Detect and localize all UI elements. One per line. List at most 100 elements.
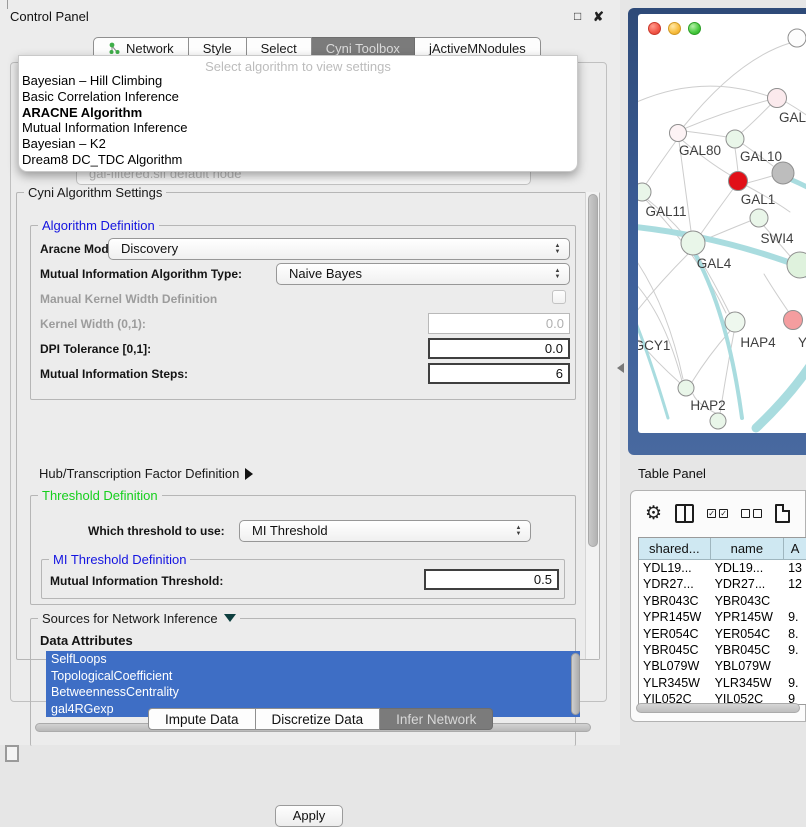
node-gal80[interactable] — [670, 125, 687, 142]
node-label: HAP2 — [690, 398, 725, 413]
table-cell: YPR145W — [711, 609, 785, 625]
node-label: GAL1 — [741, 192, 776, 207]
node-label: SWI4 — [760, 231, 793, 246]
mi-steps-label: Mutual Information Steps: — [40, 367, 188, 381]
column-header[interactable]: shared... — [639, 538, 711, 559]
algorithm-option[interactable]: ARACNE Algorithm — [19, 105, 577, 121]
table-row[interactable]: YDR27...YDR27...12 — [639, 576, 806, 592]
network-graph: GALGAL80GAL10GAL1GAL11SWI4GAL4GCY1HAP4YH… — [638, 14, 806, 433]
zoom-window-icon[interactable] — [688, 22, 701, 35]
table-cell: 9. — [784, 642, 806, 658]
select-all-icon[interactable]: ✓✓ — [707, 509, 728, 518]
algorithm-option[interactable]: Mutual Information Inference — [19, 120, 577, 136]
gray-edge — [764, 274, 788, 311]
node-table: shared...nameA YDL19...YDL19...13YDR27..… — [638, 537, 806, 705]
mi-algorithm-type-combobox[interactable]: Naive Bayes ▲▼ — [276, 263, 570, 285]
mi-threshold-definition-title: MI Threshold Definition — [49, 552, 190, 567]
node-hap2[interactable] — [678, 380, 694, 396]
mi-threshold-field[interactable]: 0.5 — [424, 569, 559, 590]
mi-type-value: Naive Bayes — [289, 266, 362, 281]
close-panel-button[interactable]: ✘ — [593, 9, 604, 25]
algorithm-option[interactable]: Bayesian – Hill Climbing — [19, 73, 577, 89]
table-row[interactable]: YBR043CYBR043C — [639, 593, 806, 609]
mouse-cursor — [617, 363, 624, 373]
manual-kernel-label: Manual Kernel Width Definition — [40, 292, 217, 306]
table-panel-window: ⚙ ✓✓ shared...nameA YDL19...YDL19...13YD… — [630, 490, 806, 722]
node-red[interactable] — [729, 172, 748, 191]
table-cell: 9. — [784, 675, 806, 691]
kernel-width-field[interactable]: 0.0 — [428, 313, 570, 334]
aracne-mode-combobox[interactable]: Discovery ▲▼ — [108, 238, 570, 260]
kernel-width-label: Kernel Width (0,1): — [40, 317, 146, 331]
table-horizontal-scrollbar[interactable] — [636, 703, 800, 713]
sources-group-label: Sources for Network Inference — [42, 611, 218, 626]
table-row[interactable]: YBR045CYBR045C9. — [639, 642, 806, 658]
mi-steps-field[interactable]: 6 — [428, 363, 570, 384]
column-header[interactable]: A — [784, 538, 806, 559]
data-attributes-label: Data Attributes — [40, 633, 133, 648]
network-canvas[interactable]: GALGAL80GAL10GAL1GAL11SWI4GAL4GCY1HAP4YH… — [638, 14, 806, 433]
node-bottom[interactable] — [710, 413, 726, 429]
node-salmon[interactable] — [784, 311, 803, 330]
table-row[interactable]: YLR345WYLR345W9. — [639, 675, 806, 691]
table-row[interactable]: YBL079WYBL079W — [639, 658, 806, 674]
table-cell: YDL19... — [711, 560, 785, 576]
cyni-settings-group-title: Cyni Algorithm Settings — [24, 185, 166, 200]
attribute-item[interactable]: TopologicalCoefficient — [46, 668, 580, 685]
minimize-window-icon[interactable] — [668, 22, 681, 35]
tab-discretize-data[interactable]: Discretize Data — [256, 708, 381, 730]
gear-icon[interactable]: ⚙ — [645, 504, 662, 523]
tab-label: Style — [203, 41, 232, 56]
columns-icon[interactable] — [675, 504, 694, 523]
combo-spinner-icon: ▲▼ — [553, 241, 562, 257]
attribute-item[interactable]: BetweennessCentrality — [46, 684, 580, 701]
dpi-tolerance-field[interactable]: 0.0 — [428, 338, 570, 359]
tab-label: jActiveMNodules — [429, 41, 526, 56]
algorithm-dropdown-popup: Select algorithm to view settings Bayesi… — [18, 55, 578, 172]
table-row[interactable]: YPR145WYPR145W9. — [639, 609, 806, 625]
node-hap4[interactable] — [725, 312, 745, 332]
node-pink[interactable] — [768, 89, 787, 108]
node-gal4[interactable] — [681, 231, 705, 255]
node-gal11[interactable] — [638, 183, 651, 201]
table-cell: YBL079W — [711, 658, 785, 674]
table-row[interactable]: YDL19...YDL19...13 — [639, 560, 806, 576]
node-label: GAL11 — [645, 204, 686, 219]
table-cell: YBR043C — [639, 593, 711, 609]
which-threshold-combobox[interactable]: MI Threshold ▲▼ — [239, 520, 531, 542]
gray-edge — [735, 148, 738, 172]
export-table-icon[interactable] — [775, 504, 790, 523]
node-gal10[interactable] — [726, 130, 744, 148]
hub-definition-toggle[interactable]: Hub/Transcription Factor Definition — [39, 466, 253, 481]
panel-corner-button[interactable] — [5, 745, 19, 762]
attribute-item[interactable]: SelfLoops — [46, 651, 580, 668]
control-panel: Control Panel □ ✘ NetworkStyleSelectCyni… — [0, 0, 620, 745]
attributes-vertical-scrollbar[interactable] — [571, 653, 580, 715]
algorithm-option[interactable]: Basic Correlation Inference — [19, 89, 577, 105]
table-row[interactable]: YER054CYER054C8. — [639, 626, 806, 642]
settings-scrollbar-thumb[interactable] — [588, 194, 598, 547]
table-panel-title: Table Panel — [638, 466, 706, 481]
table-cell: 13 — [784, 560, 806, 576]
table-cell — [784, 593, 806, 609]
deselect-all-icon[interactable] — [741, 509, 762, 518]
float-panel-button[interactable]: □ — [574, 9, 581, 23]
column-header[interactable]: name — [711, 538, 785, 559]
node-green[interactable] — [750, 209, 768, 227]
node-gray[interactable] — [772, 162, 794, 184]
gray-edge — [638, 86, 768, 106]
apply-button[interactable]: Apply — [275, 805, 343, 827]
node-top[interactable] — [788, 29, 806, 47]
tab-infer-network[interactable]: Infer Network — [380, 708, 493, 730]
settings-scrollbar[interactable] — [585, 192, 599, 659]
close-window-icon[interactable] — [648, 22, 661, 35]
manual-kernel-checkbox[interactable] — [552, 290, 566, 304]
algorithm-option[interactable]: Bayesian – K2 — [19, 136, 577, 152]
gray-edge — [684, 43, 790, 126]
tab-impute-data[interactable]: Impute Data — [148, 708, 256, 730]
sources-group-title[interactable]: Sources for Network Inference — [38, 611, 240, 626]
table-cell: 12 — [784, 576, 806, 592]
node-label: GCY1 — [638, 338, 670, 353]
algorithm-option[interactable]: Dream8 DC_TDC Algorithm — [19, 152, 577, 168]
gray-edge — [638, 254, 688, 317]
